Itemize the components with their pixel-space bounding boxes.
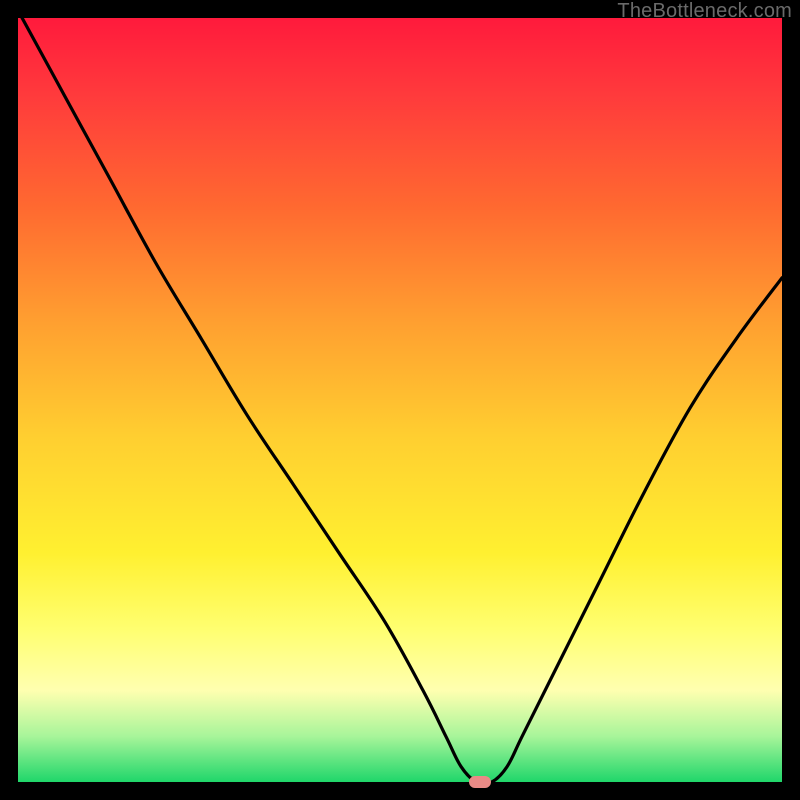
optimal-point-marker: [469, 776, 491, 788]
chart-frame: TheBottleneck.com: [0, 0, 800, 800]
watermark-text: TheBottleneck.com: [617, 0, 792, 23]
plot-area: [18, 18, 782, 782]
bottleneck-curve: [18, 18, 782, 782]
